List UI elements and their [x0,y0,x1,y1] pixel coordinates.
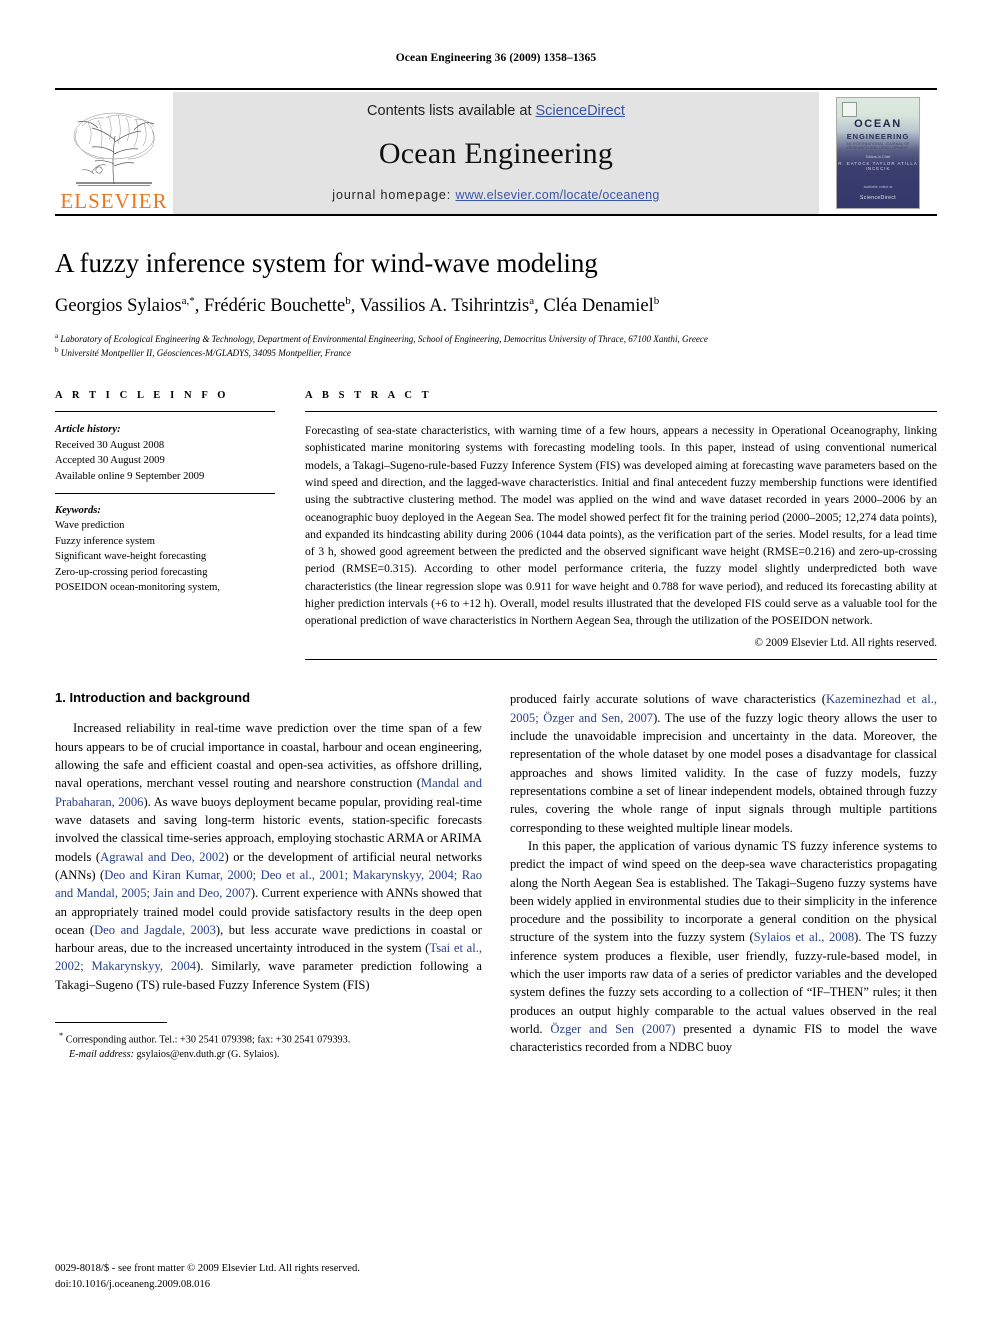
running-head: Ocean Engineering 36 (2009) 1358–1365 [395,52,597,64]
journal-homepage-line: journal homepage: www.elsevier.com/locat… [332,188,659,202]
article-page: Ocean Engineering 36 (2009) 1358–1365 EL… [0,0,992,1323]
history-item: Received 30 August 2008 [55,439,165,451]
article-info-heading: A R T I C L E I N F O [55,390,230,402]
section-number: 1. [55,690,66,706]
article-info-rule [55,411,275,422]
keywords-block: Keywords: Wave prediction Fuzzy inferenc… [55,503,275,596]
author-name[interactable]: Frédéric Bouchette [204,296,345,316]
contents-list-line: Contents lists available at ScienceDirec… [367,103,625,119]
keyword-item: Wave prediction [55,520,125,532]
journal-banner: ELSEVIER Contents lists available at Sci… [55,92,937,214]
homepage-prefix: journal homepage: [332,188,456,202]
elsevier-tree-icon [73,112,155,186]
header-rule [55,88,937,90]
keywords-rule [55,493,275,503]
issn-line: 0029-8018/$ - see front matter © 2009 El… [55,1263,360,1275]
abstract-text: Forecasting of sea-state characteristics… [305,424,937,628]
abstract-bottom-rule [305,659,937,661]
email-address[interactable]: gsylaios@env.duth.gr (G. Sylaios). [137,1049,280,1060]
affiliation-item: a Laboratory of Ecological Engineering &… [55,332,937,346]
footnote-text: Corresponding author. Tel.: +30 2541 079… [65,1034,351,1046]
paragraph: produced fairly accurate solutions of wa… [510,690,937,837]
body-column-right: produced fairly accurate solutions of wa… [510,690,937,1063]
author-marks: a [529,295,535,308]
cover-editors-label: Editors-in-Chief [865,155,891,159]
section-heading: 1. Introduction and background [55,690,482,705]
cover-elsevier-icon [842,102,857,117]
citation-link[interactable]: Sylaios et al., 2008 [754,930,854,944]
cover-footer-label: available online at [863,185,893,189]
article-info-column: A R T I C L E I N F O Article history: R… [55,390,275,660]
abstract-heading: A B S T R A C T [305,390,433,402]
affiliation-mark: a [55,332,59,341]
author-marks: a,* [181,295,195,308]
citation-link[interactable]: Özger and Sen (2007) [550,1022,675,1036]
affiliation-mark: b [55,346,59,355]
paragraph: In this paper, the application of variou… [510,837,937,1057]
keyword-item: Significant wave-height forecasting [55,551,207,563]
author-name[interactable]: Georgios Sylaios [55,296,182,316]
section-title-text: Introduction and background [69,690,251,706]
cover-tagline: AN INTERNATIONAL JOURNAL OF RESEARCH AND… [846,142,910,150]
history-item: Available online 9 September 2009 [55,470,205,482]
corresponding-author-footnote: * Corresponding author. Tel.: +30 2541 0… [55,1022,482,1063]
abstract-rule [305,411,937,422]
paragraph-text: In this paper, the application of variou… [510,838,937,945]
keyword-item: POSEIDON ocean-monitoring system, [55,582,221,594]
history-item: Accepted 30 August 2009 [55,455,165,467]
info-abstract-region: A R T I C L E I N F O Article history: R… [55,390,938,661]
elsevier-logo[interactable]: ELSEVIER [55,92,173,214]
abstract-column: A B S T R A C T Forecasting of sea-state… [305,390,938,661]
affiliation-text: Université Montpellier II, Géosciences-M… [60,348,351,359]
journal-title: Ocean Engineering [378,136,614,170]
keyword-item: Zero-up-crossing period forecasting [55,566,208,578]
keywords-label: Keywords: [55,505,101,517]
keyword-item: Fuzzy inference system [55,535,156,547]
author-name[interactable]: Cléa Denamiel [543,296,653,316]
author-marks: b [653,295,660,308]
journal-banner-center: Contents lists available at ScienceDirec… [173,92,819,214]
article-history-block: Article history: Received 30 August 2008… [55,422,275,484]
footnote-line: * Corresponding author. Tel.: +30 2541 0… [55,1029,482,1048]
journal-homepage-link[interactable]: www.elsevier.com/locate/oceaneng [456,188,660,202]
article-history-label: Article history: [55,424,121,436]
affiliation-list: a Laboratory of Ecological Engineering &… [55,332,937,360]
page-title: A fuzzy inference system for wind-wave m… [55,248,598,278]
affiliation-item: b Université Montpellier II, Géosciences… [55,346,937,360]
body-columns: 1. Introduction and background Increased… [55,690,937,1063]
author-name[interactable]: Vassilios A. Tsihrintzis [360,296,530,316]
cover-subtitle: ENGINEERING [846,132,910,141]
paragraph-text: Increased reliability in real-time wave … [55,721,482,791]
contents-prefix: Contents lists available at [367,103,536,119]
journal-cover-thumbnail[interactable]: OCEAN ENGINEERING AN INTERNATIONAL JOURN… [819,92,937,214]
email-label: E-mail address: [69,1049,134,1061]
copyright-line: © 2009 Elsevier Ltd. All rights reserved… [754,637,938,650]
cover-title: OCEAN [854,118,902,130]
author-marks: b [345,295,351,308]
cover-editors: R. EATOCK TAYLOR ATILLA INCECIK [838,161,918,171]
citation-link[interactable]: Deo and Jagdale, 2003 [94,923,216,937]
footnote-email-line: E-mail address: gsylaios@env.duth.gr (G.… [55,1048,482,1063]
paragraph: Increased reliability in real-time wave … [55,719,482,994]
footnote-marker: * [59,1030,64,1041]
affiliation-text: Laboratory of Ecological Engineering & T… [60,334,708,345]
paragraph-text: ). The use of the fuzzy logic theory all… [510,710,937,835]
banner-bottom-rule [55,214,937,216]
page-footer: 0029-8018/$ - see front matter © 2009 El… [55,1261,360,1293]
author-list: Georgios Sylaiosa,*, Frédéric Bouchetteb… [55,295,660,317]
elsevier-wordmark: ELSEVIER [60,189,168,213]
sciencedirect-link[interactable]: ScienceDirect [536,103,625,119]
cover-image: OCEAN ENGINEERING AN INTERNATIONAL JOURN… [836,97,920,209]
body-column-left: 1. Introduction and background Increased… [55,690,482,1063]
citation-link[interactable]: Agrawal and Deo, 2002 [100,850,224,864]
paragraph-text: ). The TS fuzzy inference system produce… [510,930,937,1037]
paragraph-text: produced fairly accurate solutions of wa… [510,692,826,707]
doi-line[interactable]: doi:10.1016/j.oceaneng.2009.08.016 [55,1277,360,1293]
cover-footer: ScienceDirect [859,195,897,201]
